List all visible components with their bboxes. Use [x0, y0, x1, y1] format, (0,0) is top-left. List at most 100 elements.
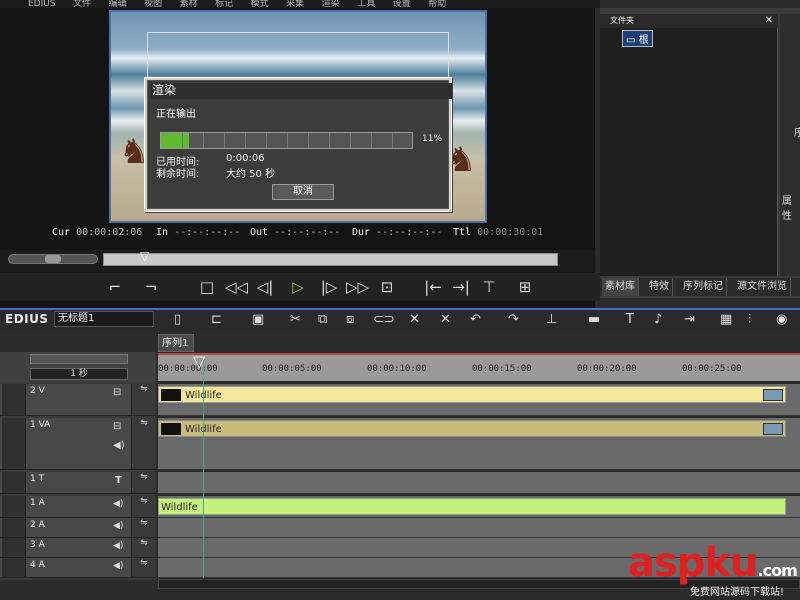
tab-sequence-markers[interactable]: 序列标记 [680, 278, 727, 296]
root-folder-label: 根 [638, 35, 649, 46]
stop-icon[interactable]: □ [196, 276, 218, 298]
remaining-label: 剩余时间: [156, 169, 200, 180]
track-header-1t[interactable]: 1 T T ⇋ [0, 472, 156, 494]
audio-clip[interactable]: Wildlife [158, 498, 786, 515]
out-timecode: --:--:--:-- [274, 227, 341, 238]
cancel-button[interactable]: 取消 [272, 184, 334, 200]
track-output-icon[interactable]: ⊟ [113, 387, 121, 398]
speaker-icon[interactable]: ◀) [113, 561, 123, 571]
playhead-marker-icon[interactable]: ▽ [140, 249, 149, 263]
save-icon[interactable]: ▣ [252, 312, 264, 327]
export-icon[interactable]: ⇥ [684, 312, 695, 327]
timecode-row: Cur 00:00:02:06 In --:--:--:-- Out --:--… [0, 222, 595, 244]
tab-effects[interactable]: 特效 [646, 278, 673, 296]
link-icon[interactable]: ⊂⊃ [373, 312, 395, 327]
undo-icon[interactable]: ↶ [470, 312, 481, 327]
speaker-icon[interactable]: ◀) [113, 499, 123, 509]
progress-segment [371, 133, 372, 148]
sync-icon[interactable]: ⇋ [131, 472, 156, 493]
clip-thumbnail [161, 423, 181, 435]
properties-side: 序 属性 [780, 14, 800, 276]
sync-icon[interactable]: ⇋ [131, 384, 156, 415]
set-in-icon[interactable]: ⌐ [104, 276, 126, 298]
tab-sequence[interactable]: 序列1 [158, 334, 194, 352]
progress-segment [224, 133, 225, 148]
shuttle-thumb[interactable] [45, 255, 61, 263]
fast-forward-icon[interactable]: ▷▷ [346, 276, 369, 298]
speaker-icon[interactable]: ◀) [113, 440, 125, 451]
sync-icon[interactable]: ⇋ [131, 418, 156, 469]
out-label: Out [250, 227, 269, 238]
mixer-icon[interactable]: ⫶ [748, 312, 751, 327]
clip-thumbnail [763, 423, 783, 435]
lane-1t[interactable] [158, 472, 800, 494]
track-header-3a[interactable]: 3 A ◀) ⇋ [0, 538, 156, 558]
new-icon[interactable]: ▯ [174, 312, 181, 327]
dialog-message: 正在输出 [156, 109, 196, 120]
delete-icon[interactable]: ✕ [409, 312, 420, 327]
track-header-2a[interactable]: 2 A ◀) ⇋ [0, 518, 156, 538]
dialog-title: 渲染 [152, 83, 177, 97]
video-clip[interactable]: Wildlife [158, 386, 786, 403]
transition-icon[interactable]: ⊥ [546, 312, 557, 327]
step-back-icon[interactable]: ◁| [254, 276, 276, 298]
cut-icon[interactable]: ✂ [290, 312, 301, 327]
open-icon[interactable]: ⊏ [211, 312, 222, 327]
track-output-icon[interactable]: ⊟ [113, 421, 121, 432]
track-header-4a[interactable]: 4 A ◀) ⇋ [0, 558, 156, 578]
track-header-2v[interactable]: 2 V ⊟ ⇋ [0, 384, 156, 416]
sync-icon[interactable]: ⇋ [131, 496, 156, 517]
ruler-label: 00:00:05:00 [262, 364, 322, 374]
step-forward-icon[interactable]: |▷ [318, 276, 340, 298]
track-name: 2 A [30, 520, 45, 530]
rewind-icon[interactable]: ◁◁ [225, 276, 248, 298]
play-icon[interactable]: ▷ [287, 276, 309, 298]
lane-2a[interactable] [158, 518, 800, 538]
video-clip[interactable]: Wildlife [158, 420, 786, 437]
dur-label: Dur [352, 227, 371, 238]
paste-icon[interactable]: ⧈ [346, 312, 354, 327]
close-icon[interactable]: ✕ [765, 14, 773, 28]
render-dialog: 渲染 正在输出 11% 已用时间: 0:00:06 剩余时间: 大约 50 秒 … [144, 77, 452, 212]
title-icon[interactable]: T [626, 312, 634, 327]
insert-icon[interactable]: |← [422, 276, 444, 298]
color-icon[interactable]: ◉ [776, 312, 787, 327]
grid-icon[interactable]: ▦ [720, 312, 732, 327]
copy-icon[interactable]: ⧉ [318, 312, 327, 327]
clip-icon[interactable]: ▬ [588, 312, 600, 327]
watermark-suffix: .com [757, 561, 798, 580]
tab-bin[interactable]: 素材库 [602, 278, 639, 296]
set-out-icon[interactable]: ¬ [140, 276, 162, 298]
clip-thumbnail [763, 389, 783, 401]
overwrite-icon[interactable]: →| [450, 276, 472, 298]
folder-header-label: 文件夹 [610, 16, 634, 25]
sync-icon[interactable]: ⇋ [131, 538, 156, 557]
track-header-1a[interactable]: 1 A ◀) ⇋ [0, 496, 156, 518]
microphone-icon[interactable]: ♪ [654, 312, 662, 327]
ruler-label: 00:00:25:00 [682, 364, 742, 374]
position-bar[interactable] [103, 253, 558, 266]
remaining-value: 大约 50 秒 [226, 169, 276, 180]
sync-icon[interactable]: ⇋ [131, 558, 156, 577]
progress-segment [392, 133, 393, 148]
zoom-select[interactable]: 1 秒 [30, 368, 128, 380]
elapsed-value: 0:00:06 [226, 153, 265, 164]
clip-thumbnail [161, 389, 181, 401]
track-header-1va[interactable]: 1 VA ⊟ ◀) ⇋ [0, 418, 156, 470]
timeline-zoom-area: 1 秒 [0, 352, 156, 382]
tab-source-browser[interactable]: 源文件浏览 [734, 278, 791, 296]
ripple-delete-icon[interactable]: ✕ [440, 312, 451, 327]
redo-icon[interactable]: ↷ [508, 312, 519, 327]
progress-percent: 11% [422, 134, 443, 144]
loop-icon[interactable]: ⊡ [376, 276, 398, 298]
time-ruler[interactable]: 00:00:00:00 00:00:05:00 00:00:10:00 00:0… [158, 353, 800, 381]
split-icon[interactable]: ⊤ [478, 276, 500, 298]
speaker-icon[interactable]: ◀) [113, 541, 123, 551]
ruler-label: 00:00:10:00 [367, 364, 427, 374]
speaker-icon[interactable]: ◀) [113, 521, 123, 531]
root-folder[interactable]: ▭ 根 [622, 30, 653, 47]
properties-label: 属性 [782, 196, 792, 222]
sync-icon[interactable]: ⇋ [131, 518, 156, 537]
output-icon[interactable]: ⊞ [514, 276, 536, 298]
zoom-slider[interactable] [30, 354, 128, 364]
